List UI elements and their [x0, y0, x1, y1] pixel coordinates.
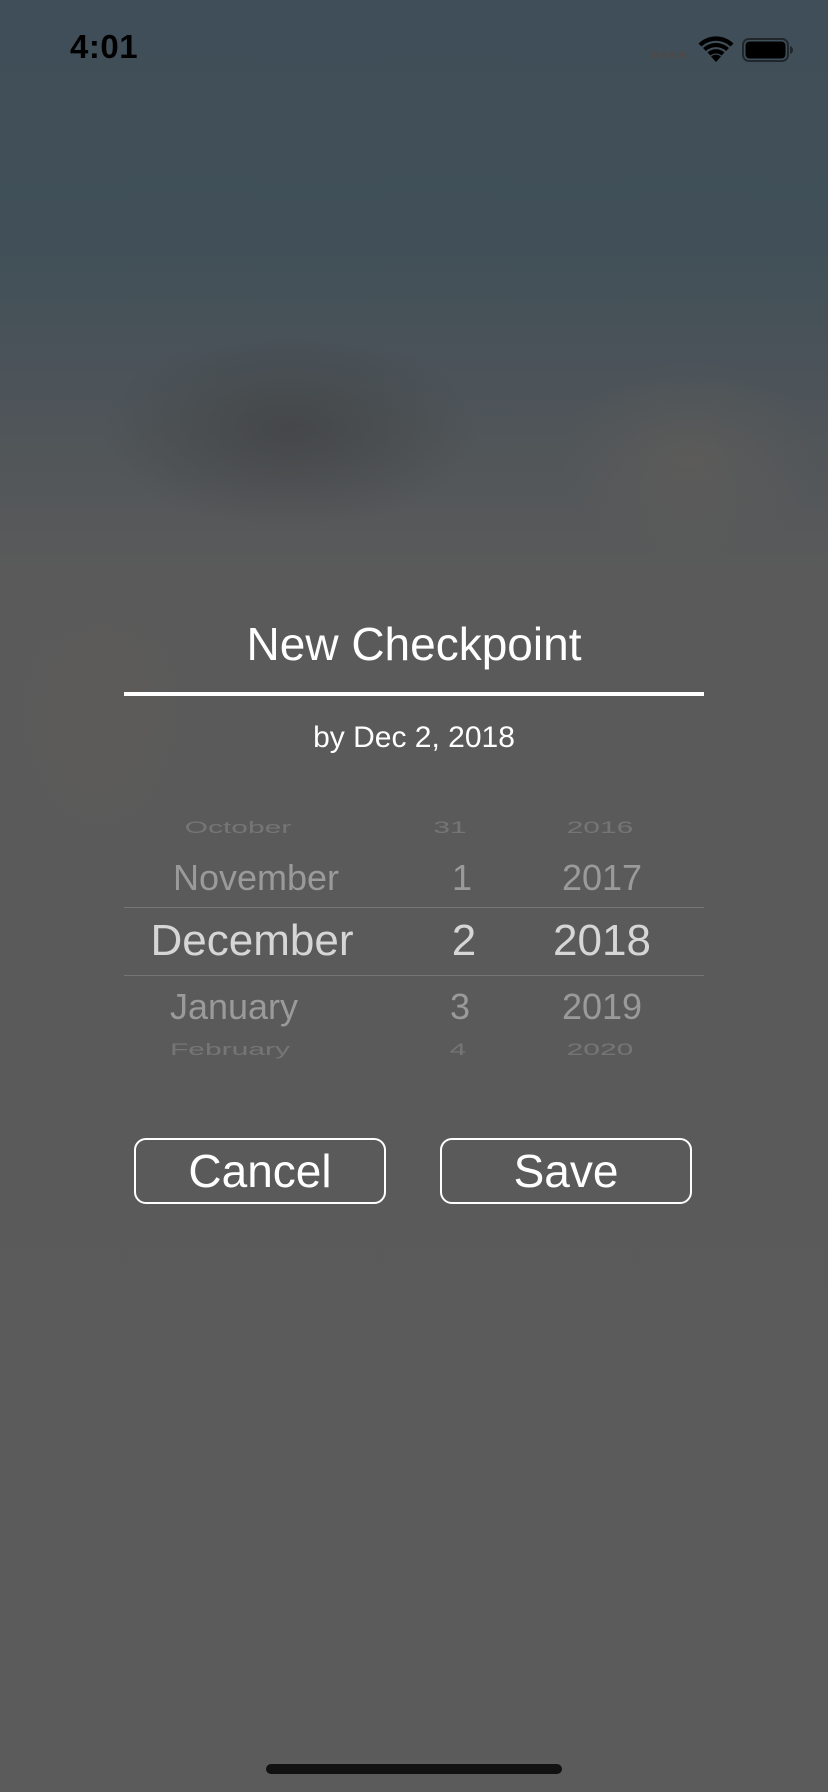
picker-year-item[interactable]: 2017 — [562, 857, 642, 899]
picker-day-item[interactable]: 4 — [450, 1041, 467, 1060]
background-blur — [560, 360, 820, 560]
due-date-label: by Dec 2, 2018 — [313, 721, 515, 754]
picker-selection-top-line — [124, 907, 704, 908]
picker-day-item[interactable]: 31 — [433, 819, 466, 838]
picker-year-item[interactable]: 2019 — [562, 986, 642, 1028]
picker-year-item[interactable]: 2016 — [567, 819, 634, 838]
picker-month-selected[interactable]: December — [151, 916, 354, 966]
picker-month-item[interactable]: October — [185, 819, 292, 838]
cancel-button[interactable]: Cancel — [134, 1138, 386, 1204]
picker-year-item[interactable]: 2020 — [567, 1041, 634, 1060]
picker-day-selected[interactable]: 2 — [452, 916, 476, 966]
picker-day-item[interactable]: 1 — [452, 857, 472, 899]
status-time: 4:01 — [70, 28, 139, 65]
status-bar: 4:01 — [0, 0, 828, 100]
background-blur — [100, 330, 480, 530]
picker-selection-bottom-line — [124, 975, 704, 976]
picker-month-item[interactable]: January — [170, 986, 298, 1028]
picker-month-item[interactable]: February — [170, 1041, 290, 1060]
picker-year-selected[interactable]: 2018 — [553, 916, 651, 966]
dialog-title: New Checkpoint — [246, 618, 582, 670]
battery-icon — [742, 38, 793, 62]
picker-month-item[interactable]: November — [173, 857, 339, 899]
wifi-icon — [698, 36, 734, 62]
date-picker[interactable]: October November December January Februa… — [124, 815, 704, 1065]
save-button[interactable]: Save — [440, 1138, 692, 1204]
home-indicator[interactable] — [266, 1764, 562, 1774]
picker-day-item[interactable]: 3 — [450, 986, 470, 1028]
cellular-signal-icon — [652, 52, 692, 60]
title-underline — [124, 692, 704, 696]
